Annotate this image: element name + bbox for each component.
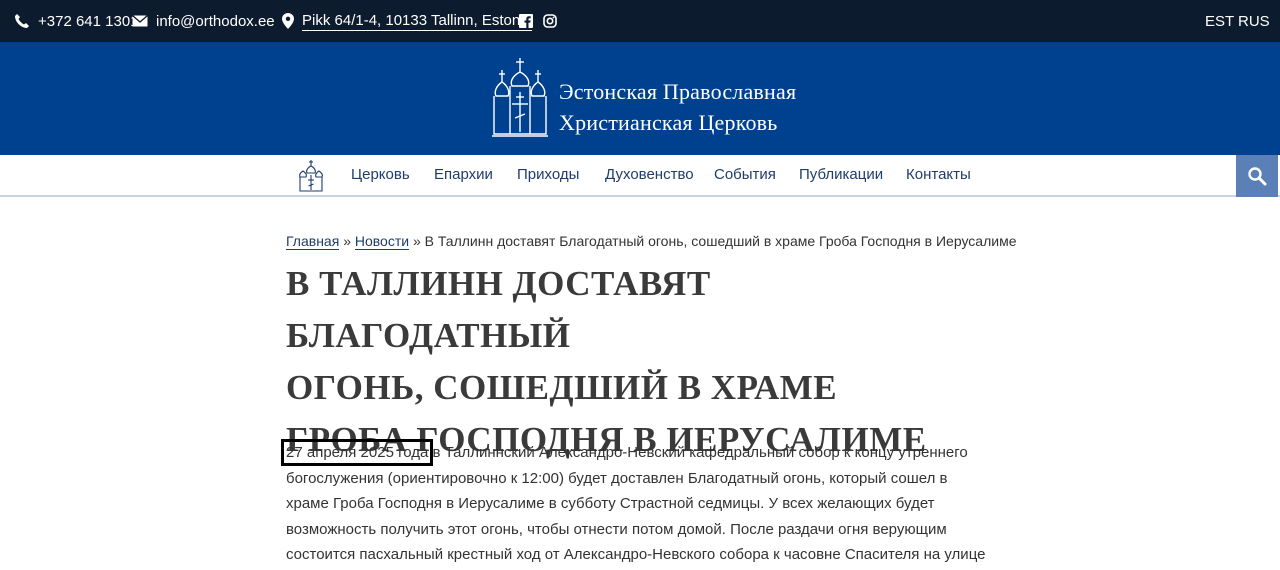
article-title: В ТАЛЛИНН ДОСТАВЯТ БЛАГОДАТНЫЙ ОГОНЬ, СО… [286, 258, 986, 466]
site-header: Эстонская Православная Христианская Церк… [0, 42, 1280, 155]
email-link[interactable]: info@orthodox.ee [132, 0, 275, 42]
article-title-line1: В ТАЛЛИНН ДОСТАВЯТ БЛАГОДАТНЫЙ [286, 264, 711, 355]
phone-number: +372 641 1301 [38, 12, 139, 30]
church-name-line2: Христианская Церковь [559, 110, 778, 135]
breadcrumb-home[interactable]: Главная [286, 233, 340, 250]
facebook-icon [519, 14, 533, 28]
nav-logo-icon[interactable] [298, 159, 324, 193]
main-nav: Церковь Епархии Приходы Духовенство Собы… [0, 155, 1280, 197]
nav-item-parishes[interactable]: Приходы [517, 155, 579, 195]
breadcrumb-separator: » [343, 233, 351, 249]
nav-item-events[interactable]: События [714, 155, 776, 195]
email-icon [132, 15, 148, 27]
nav-item-eparchies[interactable]: Епархии [434, 155, 493, 195]
article-title-line2: ОГОНЬ, СОШЕДШИЙ В ХРАМЕ [286, 368, 838, 407]
facebook-link[interactable] [519, 0, 533, 42]
article-body-text: в Таллиннский Александро-Невский кафедра… [286, 444, 986, 563]
nav-item-contacts[interactable]: Контакты [906, 155, 971, 195]
nav-item-publications[interactable]: Публикации [799, 155, 883, 195]
phone-icon [15, 14, 29, 28]
email-address: info@orthodox.ee [156, 12, 275, 30]
address-link[interactable]: Pikk 64/1-4, 10133 Tallinn, Estonia [282, 0, 532, 42]
breadcrumb-news[interactable]: Новости [354, 233, 410, 250]
phone-link[interactable]: +372 641 1301 [14, 0, 139, 42]
location-icon [282, 13, 294, 29]
church-name-line1: Эстонская Православная [559, 79, 797, 104]
address-text: Pikk 64/1-4, 10133 Tallinn, Estonia [302, 11, 532, 31]
search-button[interactable] [1236, 155, 1278, 197]
church-name[interactable]: Эстонская Православная Христианская Церк… [559, 76, 796, 138]
nav-item-clergy[interactable]: Духовенство [605, 155, 694, 195]
article-date: 27 апреля 2025 года [280, 439, 434, 466]
article-body: 27 апреля 2025 года в Таллиннский Алекса… [280, 439, 986, 570]
breadcrumb: Главная » Новости » В Таллинн доставят Б… [286, 233, 1017, 250]
top-bar: +372 641 1301 info@orthodox.ee Pikk 64/1… [0, 0, 1280, 42]
breadcrumb-current: В Таллинн доставят Благодатный огонь, со… [424, 233, 1017, 249]
lang-est[interactable]: EST [1205, 0, 1234, 42]
breadcrumb-separator: » [412, 233, 421, 249]
lang-rus[interactable]: RUS [1238, 0, 1270, 42]
search-icon [1248, 167, 1267, 186]
nav-item-church[interactable]: Церковь [351, 155, 410, 195]
instagram-link[interactable] [543, 0, 557, 42]
instagram-icon [543, 14, 557, 28]
church-logo-icon[interactable] [490, 56, 550, 140]
